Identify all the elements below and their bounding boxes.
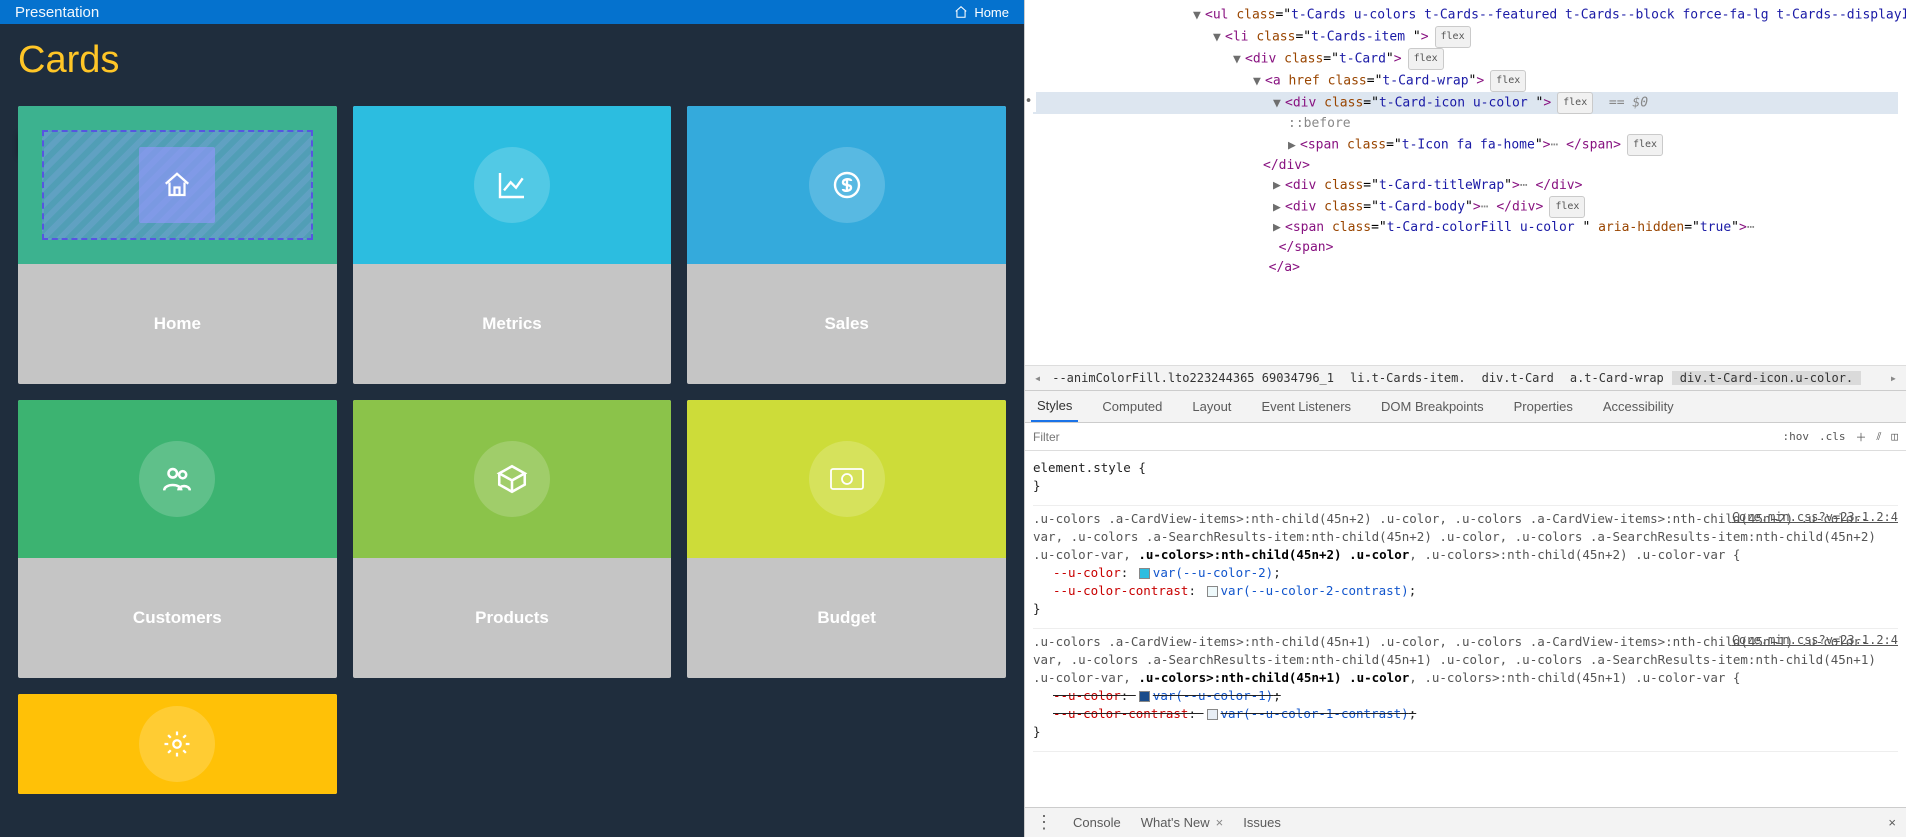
- breadcrumb-next-icon[interactable]: ▸: [1887, 371, 1900, 385]
- card-title: Sales: [824, 314, 868, 334]
- cls-toggle[interactable]: .cls: [1819, 430, 1846, 443]
- styles-tabs: Styles Computed Layout Event Listeners D…: [1025, 391, 1906, 423]
- flex-badge[interactable]: flex: [1549, 196, 1585, 218]
- styles-filter-input[interactable]: [1033, 430, 1782, 444]
- dom-selected-node[interactable]: ▼<div class="t-Card-icon u-color ">flex …: [1033, 92, 1898, 114]
- chart-icon: [496, 169, 528, 201]
- dollar-icon: [831, 169, 863, 201]
- card-title: Customers: [133, 608, 222, 628]
- users-icon: [160, 462, 194, 496]
- flex-badge[interactable]: flex: [1408, 48, 1444, 70]
- breadcrumb-item[interactable]: a.t-Card-wrap: [1562, 371, 1672, 385]
- tab-accessibility[interactable]: Accessibility: [1597, 391, 1680, 422]
- color-swatch[interactable]: [1207, 586, 1218, 597]
- breadcrumb-item[interactable]: --animColorFill.lto223244365 69034796_1: [1044, 371, 1342, 385]
- tab-properties[interactable]: Properties: [1508, 391, 1579, 422]
- home-icon: [162, 170, 192, 200]
- devtools-drawer: ⋮ Console What's New × Issues ×: [1025, 807, 1906, 837]
- page-title: Cards: [18, 39, 1006, 82]
- card-home[interactable]: Home: [18, 106, 337, 384]
- card-title: Products: [475, 608, 549, 628]
- home-nav[interactable]: Home: [954, 5, 1009, 20]
- card-products[interactable]: Products: [353, 400, 672, 678]
- box-icon: [495, 462, 529, 496]
- drawer-tab-issues[interactable]: Issues: [1243, 815, 1281, 830]
- home-nav-label: Home: [974, 5, 1009, 20]
- sidebar-toggle-icon[interactable]: ◫: [1891, 430, 1898, 443]
- card-metrics[interactable]: Metrics: [353, 106, 672, 384]
- source-link[interactable]: Core.min.css?v=23.1.2:4: [1732, 508, 1898, 526]
- app-preview-pane: Presentation Home Cards div.t-Card-icon.…: [0, 0, 1024, 837]
- breadcrumb-item[interactable]: li.t-Cards-item.: [1342, 371, 1474, 385]
- styles-filter-bar: :hov .cls ＋ ⫽ ◫: [1025, 423, 1906, 451]
- page-body: Cards div.t-Card-icon.u-color 248.26 × 1…: [0, 24, 1024, 837]
- tab-layout[interactable]: Layout: [1186, 391, 1237, 422]
- element-style-block[interactable]: element.style { }: [1033, 455, 1898, 506]
- flex-badge[interactable]: flex: [1435, 26, 1471, 48]
- drawer-tab-console[interactable]: Console: [1073, 815, 1121, 830]
- app-header: Presentation Home: [0, 0, 1024, 24]
- color-swatch[interactable]: [1139, 568, 1150, 579]
- card-settings[interactable]: [18, 694, 337, 794]
- breadcrumb-prev-icon[interactable]: ◂: [1031, 371, 1044, 385]
- gear-icon: [162, 729, 192, 759]
- tab-event-listeners[interactable]: Event Listeners: [1255, 391, 1357, 422]
- styles-body[interactable]: element.style { } Core.min.css?v=23.1.2:…: [1025, 451, 1906, 807]
- card-sales[interactable]: Sales: [687, 106, 1006, 384]
- cards-grid: Home Metrics Sales Custome: [18, 106, 1006, 794]
- flex-badge[interactable]: flex: [1627, 134, 1663, 156]
- color-swatch[interactable]: [1139, 691, 1150, 702]
- drawer-close-icon[interactable]: ×: [1888, 815, 1896, 830]
- devtools-pane: ▼<ul class="t-Cards u-colors t-Cards--fe…: [1024, 0, 1906, 837]
- card-budget[interactable]: Budget: [687, 400, 1006, 678]
- color-swatch[interactable]: [1207, 709, 1218, 720]
- source-link[interactable]: Core.min.css?v=23.1.2:4: [1732, 631, 1898, 649]
- computed-toggle-icon[interactable]: ⫽: [1876, 430, 1881, 444]
- breadcrumb-item[interactable]: div.t-Card: [1474, 371, 1562, 385]
- card-title: Metrics: [482, 314, 542, 334]
- flex-badge[interactable]: flex: [1557, 92, 1593, 114]
- elements-dom-tree[interactable]: ▼<ul class="t-Cards u-colors t-Cards--fe…: [1025, 0, 1906, 365]
- hov-toggle[interactable]: :hov: [1782, 430, 1809, 443]
- card-title: Budget: [817, 608, 876, 628]
- card-title: Home: [154, 314, 201, 334]
- app-title: Presentation: [15, 4, 99, 21]
- flex-badge[interactable]: flex: [1490, 70, 1526, 92]
- tab-computed[interactable]: Computed: [1096, 391, 1168, 422]
- home-icon: [954, 5, 968, 19]
- tab-dom-breakpoints[interactable]: DOM Breakpoints: [1375, 391, 1490, 422]
- card-customers[interactable]: Customers: [18, 400, 337, 678]
- drawer-tab-whatsnew[interactable]: What's New ×: [1141, 815, 1224, 830]
- css-rule-block[interactable]: Core.min.css?v=23.1.2:4 .u-colors .a-Car…: [1033, 506, 1898, 629]
- money-icon: [829, 467, 865, 491]
- new-rule-icon[interactable]: ＋: [1855, 429, 1866, 445]
- breadcrumb-item[interactable]: div.t-Card-icon.u-color.: [1672, 371, 1861, 385]
- dom-breadcrumb[interactable]: ◂ --animColorFill.lto223244365 69034796_…: [1025, 365, 1906, 391]
- css-rule-block[interactable]: Core.min.css?v=23.1.2:4 .u-colors .a-Car…: [1033, 629, 1898, 752]
- close-icon[interactable]: ×: [1216, 815, 1224, 830]
- drawer-menu-icon[interactable]: ⋮: [1035, 812, 1053, 833]
- tab-styles[interactable]: Styles: [1031, 391, 1078, 422]
- inspect-highlight: [42, 130, 313, 240]
